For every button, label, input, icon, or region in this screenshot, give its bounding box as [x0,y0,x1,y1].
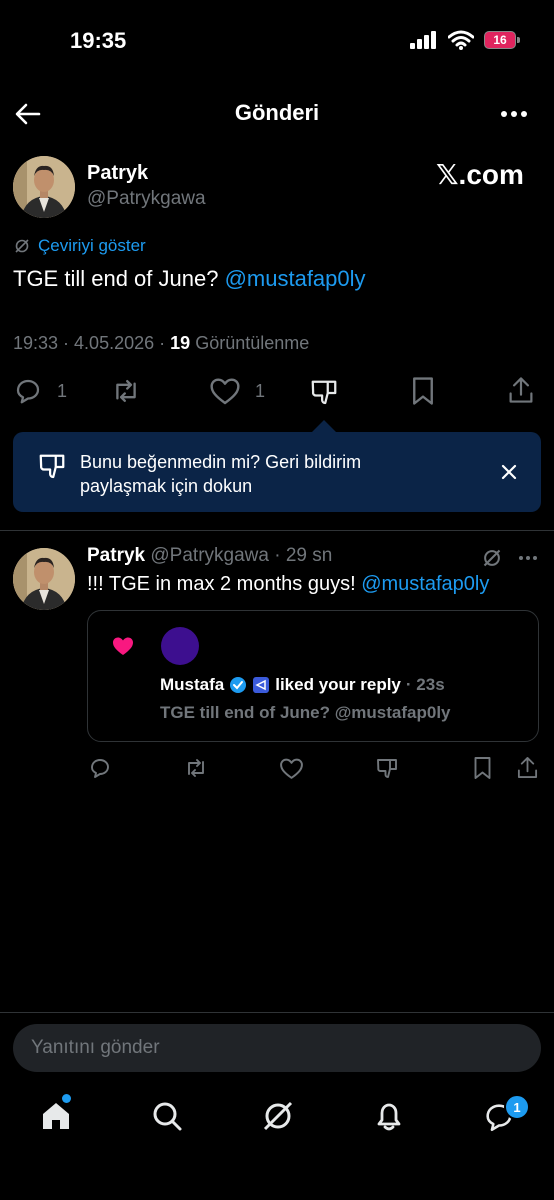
reply-body: !!! TGE in max 2 months guys! [87,573,356,595]
embed-name: Mustafa [160,675,225,694]
embed-quote: TGE till end of June? @mustafap0ly [160,703,451,722]
reply-author-name[interactable]: Patryk [87,545,145,566]
bookmark-icon[interactable] [472,756,493,780]
reply-author-handle[interactable]: @Patrykgawa [150,545,269,566]
dislike-icon[interactable] [309,378,339,408]
messages-badge: 1 [504,1094,530,1120]
reply-mention-link[interactable]: @mustafap0ly [361,573,489,595]
share-icon[interactable] [507,375,535,405]
banner-pointer [312,420,336,432]
retweet-icon[interactable] [183,756,209,780]
battery-level: 16 [493,33,507,47]
feedback-banner[interactable]: Bunu beğenmedin mi? Geri bildirim paylaş… [13,432,541,512]
reply-icon[interactable] [88,756,112,780]
dislike-icon [39,454,65,479]
feedback-text: Bunu beğenmedin mi? Geri bildirim paylaş… [80,450,361,498]
more-options-icon[interactable] [518,550,538,566]
translate-icon [15,239,29,253]
reply-input-placeholder[interactable]: Yanıtını gönder [31,1037,160,1059]
post-meta: 19:33 · 4.05.2026 · 19 Görüntülenme [13,333,309,354]
reply-text: !!! TGE in max 2 months guys! @mustafap0… [87,573,489,596]
embed-time: · 23s [405,675,445,694]
translate-link[interactable]: Çeviriyi göster [38,236,146,256]
reply-time: · 29 sn [274,545,333,566]
views-label[interactable]: Görüntülenme [195,333,309,353]
reply-header: Patryk @Patrykgawa · 29 sn [87,545,332,567]
grok-icon[interactable] [482,548,502,568]
feedback-line2: paylaşmak için dokun [80,476,253,496]
home-notification-dot [62,1094,71,1103]
like-count: 1 [255,380,266,401]
notifications-bell-icon[interactable] [373,1099,405,1133]
close-icon[interactable] [501,464,517,480]
embed-action: liked your reply [275,675,401,694]
post-mention-link[interactable]: @mustafap0ly [225,266,366,291]
post-author-handle[interactable]: @Patrykgawa [87,188,206,210]
home-icon[interactable] [40,1100,72,1132]
x-brand-logo: 𝕏.com [436,159,524,190]
dislike-icon[interactable] [375,757,399,781]
post-text: TGE till end of June? @mustafap0ly [13,266,366,292]
feedback-line1: Bunu beğenmedin mi? Geri bildirim [80,452,362,472]
like-action[interactable]: 1 [209,376,265,406]
wifi-icon [448,30,474,50]
post-author-name[interactable]: Patryk [87,162,148,185]
grok-icon[interactable] [261,1099,295,1133]
status-time: 19:35 [70,28,127,53]
post-body: TGE till end of June? [13,266,219,291]
more-options-icon[interactable] [500,108,528,120]
verified-badge-icon [230,677,247,693]
signal-icon [410,31,436,49]
heart-filled-icon [113,637,133,655]
embed-avatar [161,627,199,665]
reply-avatar[interactable] [13,548,75,610]
embedded-notification-card[interactable]: Mustafa liked your reply · 23s TGE till … [87,610,539,742]
divider [0,1012,554,1013]
reply-count: 1 [57,380,68,401]
heart-icon[interactable] [209,376,241,406]
divider [0,530,554,531]
retweet-icon[interactable] [110,376,142,406]
views-count: 19 [170,333,191,353]
affiliate-badge-icon [253,677,270,693]
share-icon[interactable] [516,755,539,780]
heart-icon[interactable] [279,757,304,780]
reply-action[interactable]: 1 [13,376,67,406]
bookmark-icon[interactable] [410,376,436,406]
reply-icon[interactable] [13,376,43,406]
battery-indicator: 16 [484,31,520,49]
embed-header: Mustafa liked your reply · 23s [160,675,445,695]
status-icons: 16 [410,30,520,50]
search-icon[interactable] [151,1100,183,1132]
page-title: Gönderi [234,100,320,125]
post-timestamp: 19:33 · 4.05.2026 · [13,333,166,353]
avatar[interactable] [13,156,75,218]
reply-composer[interactable]: Yanıtını gönder [13,1024,541,1072]
